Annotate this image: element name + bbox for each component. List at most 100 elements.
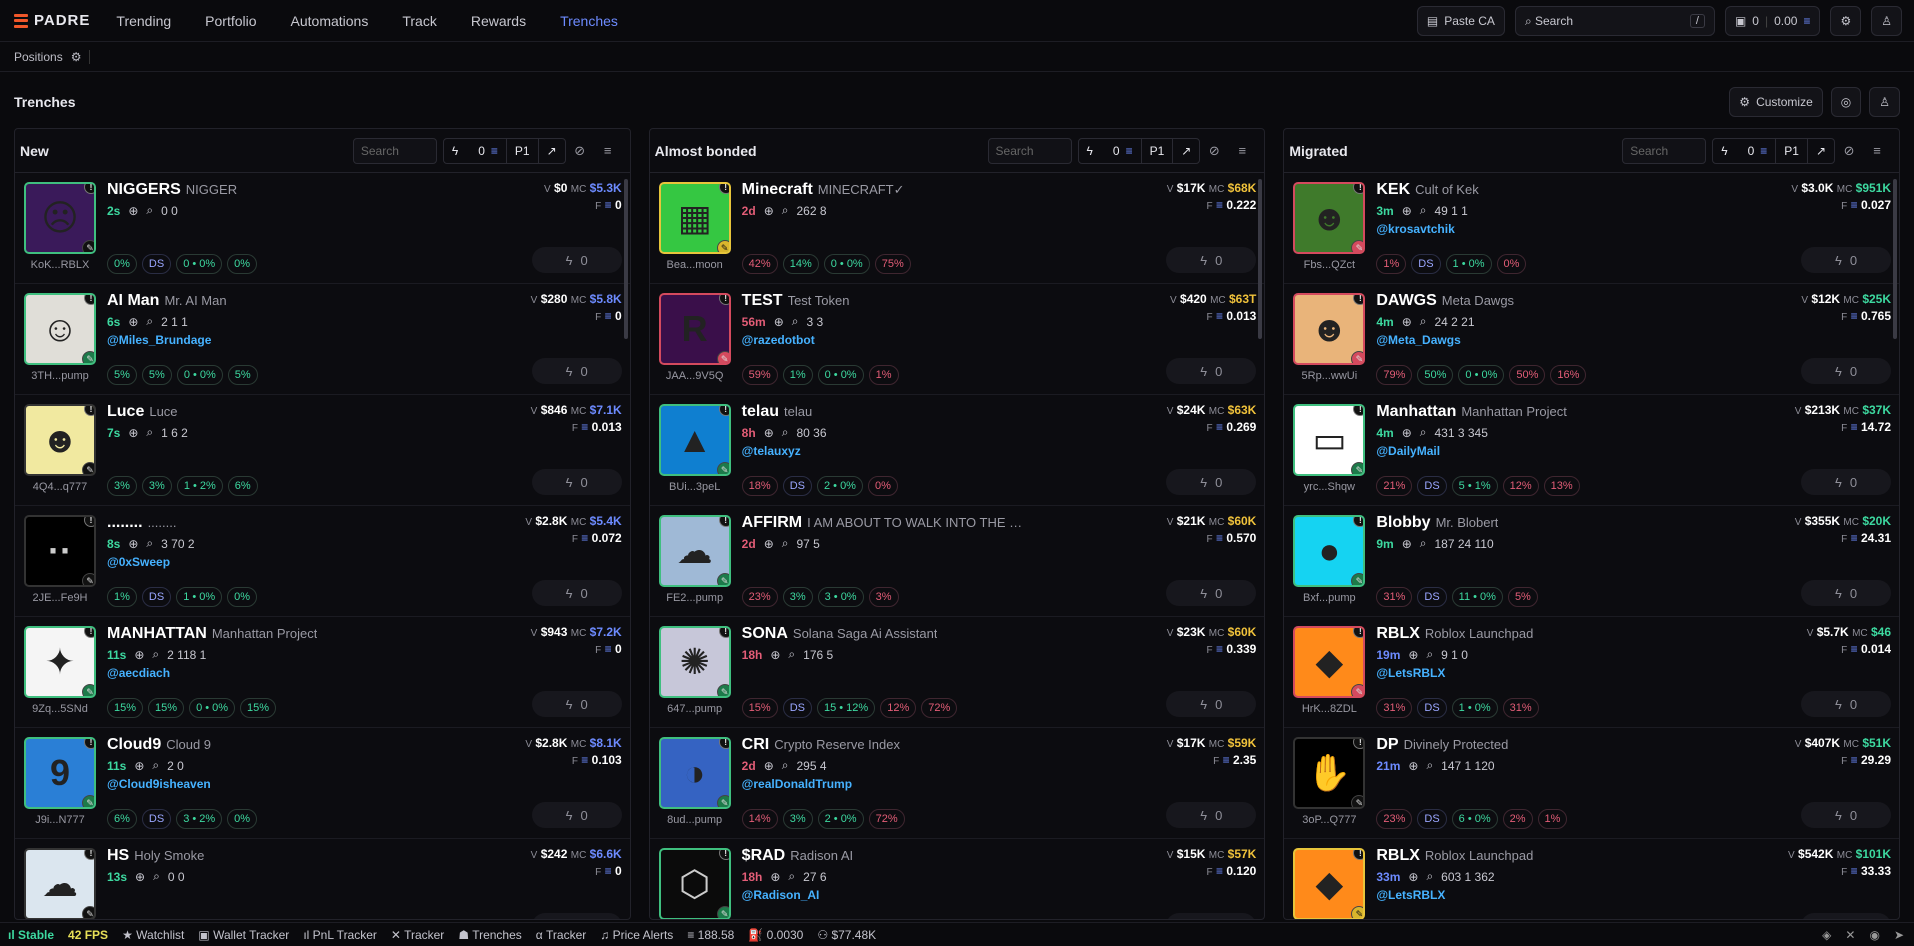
token-card[interactable]: ▲ ! ✎ BUi...3peL telau telau V $24K MC $6… <box>649 395 1265 506</box>
twitter-handle[interactable]: @LetsRBLX <box>1376 888 1891 902</box>
website-icon[interactable]: ⊕ <box>134 648 144 662</box>
website-icon[interactable]: ⊕ <box>764 204 774 218</box>
padre-logo[interactable]: PADRE <box>14 12 90 29</box>
token-symbol[interactable]: MANHATTAN <box>107 625 207 643</box>
twitter-handle[interactable]: @Meta_Dawgs <box>1376 333 1891 347</box>
token-address[interactable]: 3TH...pump <box>24 370 96 382</box>
twitter-handle[interactable]: @aecdiach <box>107 666 622 680</box>
token-symbol[interactable]: ........ <box>107 514 143 532</box>
token-card[interactable]: ◆ ! ✎ RBLX Roblox Launchpad V $542K MC $1… <box>1284 839 1899 919</box>
token-symbol[interactable]: Minecraft <box>742 181 813 199</box>
token-symbol[interactable]: KEK <box>1376 181 1410 199</box>
token-avatar[interactable]: ☺ ! ✎ <box>24 293 96 365</box>
twitter-handle[interactable]: @LetsRBLX <box>1376 666 1891 680</box>
quick-buy-amount[interactable]: ϟ 0 ≡ P1 ↗ <box>1712 137 1836 164</box>
search-icon[interactable]: ⌕ <box>1420 425 1427 440</box>
search-icon[interactable]: ⌕ <box>792 314 799 329</box>
website-icon[interactable]: ⊕ <box>764 759 774 773</box>
website-icon[interactable]: ⊕ <box>770 870 780 884</box>
search-icon[interactable]: ⌕ <box>782 536 789 551</box>
search-icon[interactable]: ⌕ <box>782 425 789 440</box>
website-icon[interactable]: ⊕ <box>1402 204 1412 218</box>
quick-buy-button[interactable]: ϟ0 <box>1166 580 1257 606</box>
website-icon[interactable]: ⊕ <box>128 537 138 551</box>
website-icon[interactable]: ⊕ <box>1408 870 1418 884</box>
quick-buy-button[interactable]: ϟ0 <box>1801 913 1892 919</box>
token-card[interactable]: ✺ ! ✎ 647...pump SONA Solana Saga Ai Assi… <box>649 617 1265 728</box>
add-user-button[interactable]: ♙ <box>1869 87 1900 117</box>
quick-buy-button[interactable]: ϟ0 <box>531 358 622 384</box>
twitter-handle[interactable]: @telauxyz <box>742 444 1257 458</box>
token-card[interactable]: ·· ! ✎ 2JE...Fe9H ................ V $2.… <box>15 506 630 617</box>
token-symbol[interactable]: RBLX <box>1376 847 1420 865</box>
token-card[interactable]: ☻ ! ✎ 5Rp...wwUi DAWGS Meta Dawgs V $12K … <box>1284 284 1900 395</box>
token-avatar[interactable]: ◑ ! ✎ <box>658 737 731 809</box>
token-card[interactable]: ▭ ! ✎ yrc...Shqw Manhattan Manhattan Proj… <box>1284 395 1900 506</box>
quick-buy-amount[interactable]: ϟ 0 ≡ P1 ↗ <box>1077 137 1201 164</box>
token-card[interactable]: ☹ ! ✎ KoK...RBLX NIGGERS NIGGER V $0 MC $… <box>15 173 630 284</box>
token-avatar[interactable]: ◆ ! ✎ <box>1293 848 1366 919</box>
customize-button[interactable]: ⚙ Customize <box>1729 87 1823 117</box>
search-icon[interactable]: ⌕ <box>152 647 159 662</box>
twitter-handle[interactable]: @krosavtchik <box>1376 222 1891 236</box>
search-icon[interactable]: ⌕ <box>1420 203 1427 218</box>
hide-button[interactable]: ◎ <box>1830 87 1862 117</box>
quick-buy-button[interactable]: ϟ0 <box>1166 469 1257 495</box>
website-icon[interactable]: ⊕ <box>1402 426 1412 440</box>
token-address[interactable]: HrK...8ZDL <box>1293 703 1365 715</box>
token-address[interactable]: Bxf...pump <box>1293 592 1365 604</box>
website-icon[interactable]: ⊕ <box>770 648 780 662</box>
token-card[interactable]: ☻ ! ✎ 4Q4...q777 Luce Luce V $846 MC $7.1… <box>15 395 630 506</box>
website-icon[interactable]: ⊕ <box>764 426 774 440</box>
token-address[interactable]: yrc...Shqw <box>1293 481 1365 493</box>
token-symbol[interactable]: AI Man <box>107 292 159 310</box>
token-card[interactable]: ◑ ! ✎ 8ud...pump CRI Crypto Reserve Index… <box>649 728 1265 839</box>
search-icon[interactable]: ⌕ <box>1420 314 1427 329</box>
token-card[interactable]: ✋ ! ✎ 3oP...Q777 DP Divinely Protected V … <box>1284 728 1900 839</box>
website-icon[interactable]: ⊕ <box>135 870 145 884</box>
paste-ca-button[interactable]: ▤ Paste CA <box>1416 6 1505 36</box>
token-symbol[interactable]: Blobby <box>1376 514 1430 532</box>
quick-buy-button[interactable]: ϟ0 <box>1801 691 1892 717</box>
watchlist-link[interactable]: ★ Watchlist <box>122 928 184 942</box>
token-card[interactable]: ● ! ✎ Bxf...pump Blobby Mr. Blobert V $35… <box>1284 506 1900 617</box>
token-symbol[interactable]: AFFIRM <box>742 514 802 532</box>
website-icon[interactable]: ⊕ <box>1408 759 1418 773</box>
chart-icon[interactable]: ↗ <box>1808 139 1834 163</box>
mute-icon[interactable]: ⊘ <box>566 143 594 159</box>
preset-selector[interactable]: P1 <box>507 138 539 163</box>
x-tracker-link[interactable]: ✕ Tracker <box>391 928 444 942</box>
nav-automations[interactable]: Automations <box>291 13 369 29</box>
nav-portfolio[interactable]: Portfolio <box>205 13 256 29</box>
token-address[interactable]: Bea...moon <box>659 259 731 271</box>
token-avatar[interactable]: ▲ ! ✎ <box>658 404 731 476</box>
token-address[interactable]: 5Rp...wwUi <box>1293 370 1365 382</box>
token-avatar[interactable]: ✦ ! ✎ <box>24 626 96 698</box>
chart-icon[interactable]: ↗ <box>1173 139 1199 163</box>
website-icon[interactable]: ⊕ <box>1408 648 1418 662</box>
wallet-balance-button[interactable]: ▣ 0 | 0.00 ≡ <box>1724 6 1821 36</box>
token-address[interactable]: 4Q4...q777 <box>24 481 96 493</box>
search-icon[interactable]: ⌕ <box>146 425 153 440</box>
quick-buy-button[interactable]: ϟ0 <box>531 580 622 606</box>
search-icon[interactable]: ⌕ <box>152 758 159 773</box>
mute-icon[interactable]: ⊘ <box>1835 143 1863 159</box>
token-avatar[interactable]: ☻ ! ✎ <box>24 404 96 476</box>
token-address[interactable]: JAA...9V5Q <box>659 370 731 382</box>
column-search-input[interactable]: Search <box>1622 137 1707 164</box>
search-icon[interactable]: ⌕ <box>153 869 160 884</box>
preset-selector[interactable]: P1 <box>1776 138 1808 163</box>
scrollbar[interactable] <box>1258 179 1263 339</box>
quick-buy-button[interactable]: ϟ0 <box>531 691 622 717</box>
token-card[interactable]: ☺ ! ✎ 3TH...pump AI Man Mr. AI Man V $280… <box>15 284 630 395</box>
profile-button[interactable]: ♙ <box>1871 6 1902 36</box>
token-symbol[interactable]: HS <box>107 847 129 865</box>
x-icon[interactable]: ✕ <box>1845 928 1855 942</box>
token-avatar[interactable]: ⬡ ! ✎ <box>658 848 731 919</box>
token-symbol[interactable]: SONA <box>742 625 788 643</box>
quick-buy-button[interactable]: ϟ0 <box>1166 691 1257 717</box>
search-icon[interactable]: ⌕ <box>146 536 153 551</box>
search-icon[interactable]: ⌕ <box>788 869 795 884</box>
token-symbol[interactable]: Luce <box>107 403 144 421</box>
pnl-tracker-link[interactable]: ıl PnL Tracker <box>303 928 377 942</box>
